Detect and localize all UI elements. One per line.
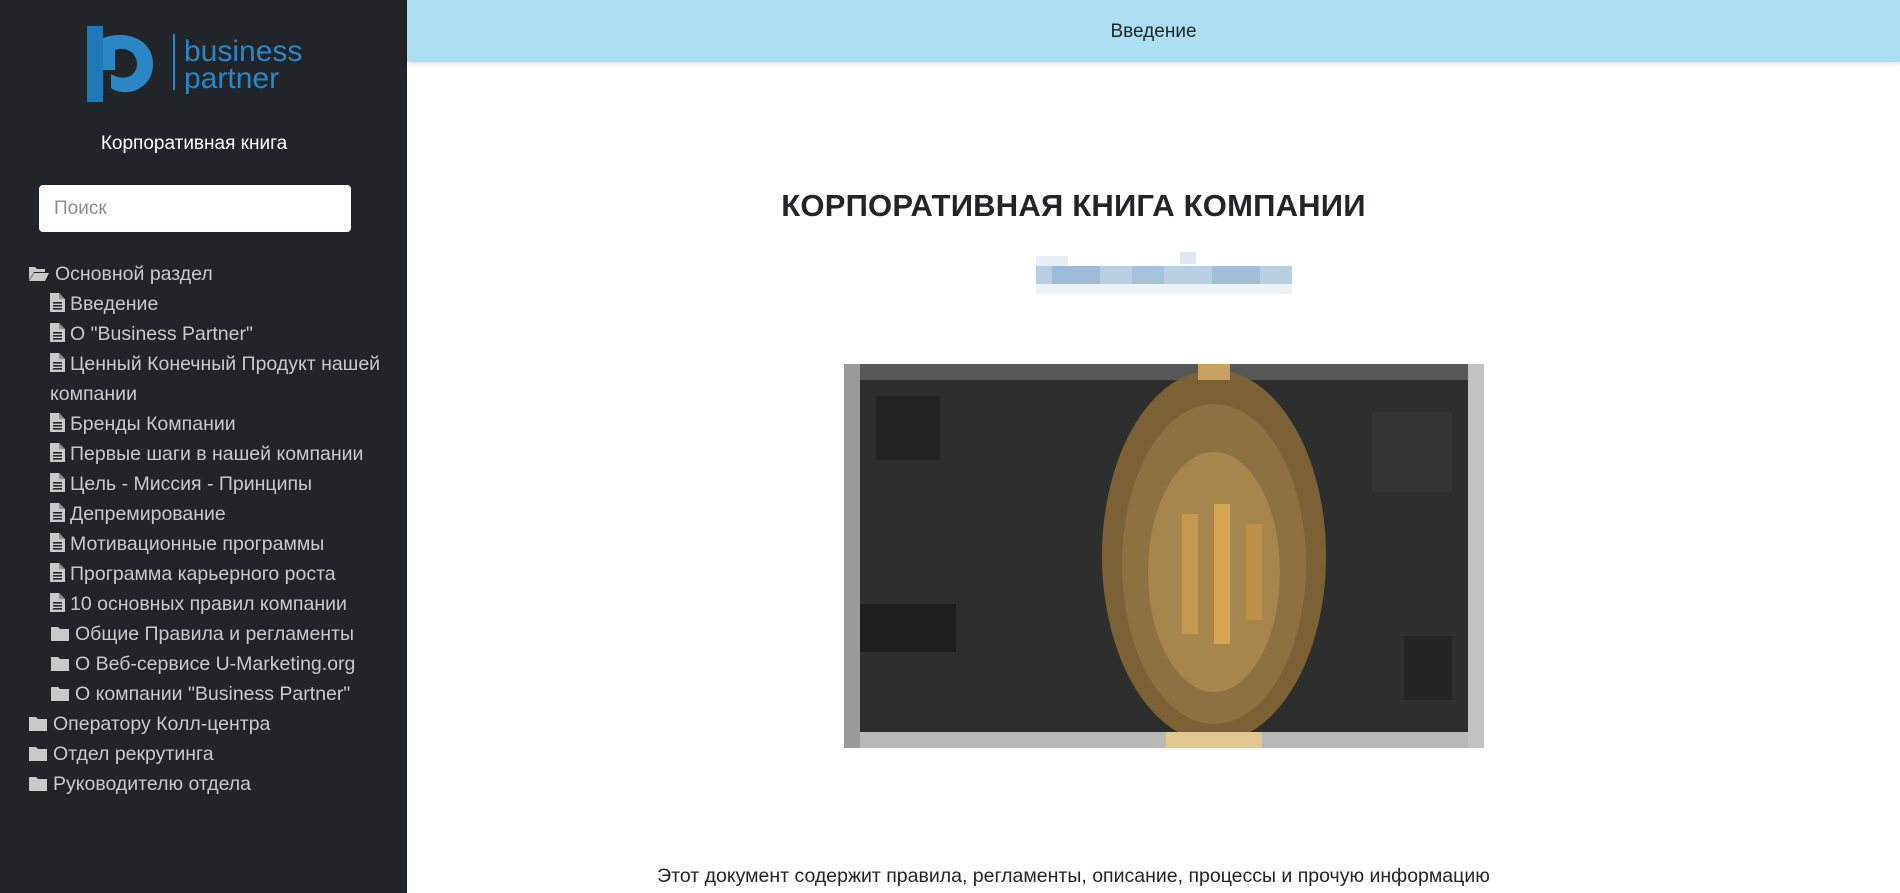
tree-item-label: Отдел рекрутинга	[53, 743, 214, 765]
document-icon	[50, 353, 65, 372]
tree-item-label: О Веб-сервисе U-Marketing.org	[75, 653, 356, 675]
tree-item[interactable]: Цель - Миссия - Принципы	[28, 469, 400, 499]
tree-item[interactable]: Первые шаги в нашей компании	[28, 439, 400, 469]
tree-item[interactable]: Руководителю отдела	[28, 769, 400, 799]
logo-divider	[173, 34, 175, 90]
tree-item-label: Введение	[70, 293, 159, 315]
tree-item-label: 10 основных правил компании	[70, 593, 347, 615]
tree-item[interactable]: О Веб-сервисе U-Marketing.org	[28, 649, 400, 679]
document-icon	[50, 443, 65, 462]
subtitle-blurred-image	[1036, 252, 1292, 298]
folder-icon	[28, 775, 48, 792]
page-title: Введение	[1110, 21, 1197, 42]
document-icon	[50, 503, 65, 522]
folder-icon	[50, 625, 70, 642]
tree-item-label: Основной раздел	[55, 263, 213, 285]
tree-item-label: Общие Правила и регламенты	[75, 623, 355, 645]
tree-item-label: Первые шаги в нашей компании	[70, 443, 364, 465]
tree-item-label: Ценный Конечный Продукт нашей компании	[50, 353, 381, 405]
tree-item[interactable]: О "Business Partner"	[28, 319, 400, 349]
tree-item[interactable]: Мотивационные программы	[28, 529, 400, 559]
tree-item[interactable]: О компании "Business Partner"	[28, 679, 400, 709]
tree-item[interactable]: Отдел рекрутинга	[28, 739, 400, 769]
tree-item[interactable]: Ценный Конечный Продукт нашей компании	[28, 349, 400, 409]
tree-item[interactable]: Бренды Компании	[28, 409, 400, 439]
tree-item[interactable]: Депремирование	[28, 499, 400, 529]
logo-mark-icon	[87, 26, 153, 102]
tree-item[interactable]: Оператору Колл-центра	[28, 709, 400, 739]
tree-item-label: О "Business Partner"	[70, 323, 253, 345]
tree-item-label: Оператору Колл-центра	[53, 713, 271, 735]
document-icon	[50, 293, 65, 312]
tree-item-label: Программа карьерного роста	[70, 563, 336, 585]
tree-item[interactable]: Общие Правила и регламенты	[28, 619, 400, 649]
tree-item-label: Руководителю отдела	[53, 773, 252, 795]
tree-item[interactable]: Программа карьерного роста	[28, 559, 400, 589]
sidebar-tree: Основной раздел Введение О "Business Partn…	[28, 259, 400, 799]
document-icon	[50, 323, 65, 342]
cover-image	[844, 364, 1484, 748]
tree-item[interactable]: 10 основных правил компании	[28, 589, 400, 619]
tree-item-label: О компании "Business Partner"	[75, 683, 351, 705]
sidebar: business partner Корпоративная книга Осн…	[0, 0, 407, 893]
tree-item-label: Бренды Компании	[70, 413, 236, 435]
tree-item-label: Депремирование	[70, 503, 226, 525]
document-icon	[50, 533, 65, 552]
folder-icon	[50, 655, 70, 672]
tree-item[interactable]: Введение	[28, 289, 400, 319]
document-icon	[50, 473, 65, 492]
brand-title: Корпоративная книга	[100, 133, 288, 154]
document-intro-text: Этот документ содержит правила, регламен…	[657, 865, 1490, 887]
tree-item-label: Цель - Миссия - Принципы	[70, 473, 313, 495]
document-icon	[50, 593, 65, 612]
document-icon	[50, 413, 65, 432]
tree-item-label: Мотивационные программы	[70, 533, 325, 555]
search-input[interactable]	[39, 185, 351, 232]
logo-text-partner: partner	[184, 62, 280, 95]
document-title: КОРПОРАТИВНАЯ КНИГА КОМПАНИИ	[781, 188, 1366, 223]
folder-icon	[28, 715, 48, 732]
tree-item[interactable]: Основной раздел	[28, 259, 400, 289]
folder-icon	[50, 685, 70, 702]
folder-open-icon	[28, 264, 50, 282]
folder-icon	[28, 745, 48, 762]
top-bar: Введение	[407, 0, 1900, 62]
brand-logo[interactable]: business partner	[85, 24, 305, 104]
document-icon	[50, 563, 65, 582]
